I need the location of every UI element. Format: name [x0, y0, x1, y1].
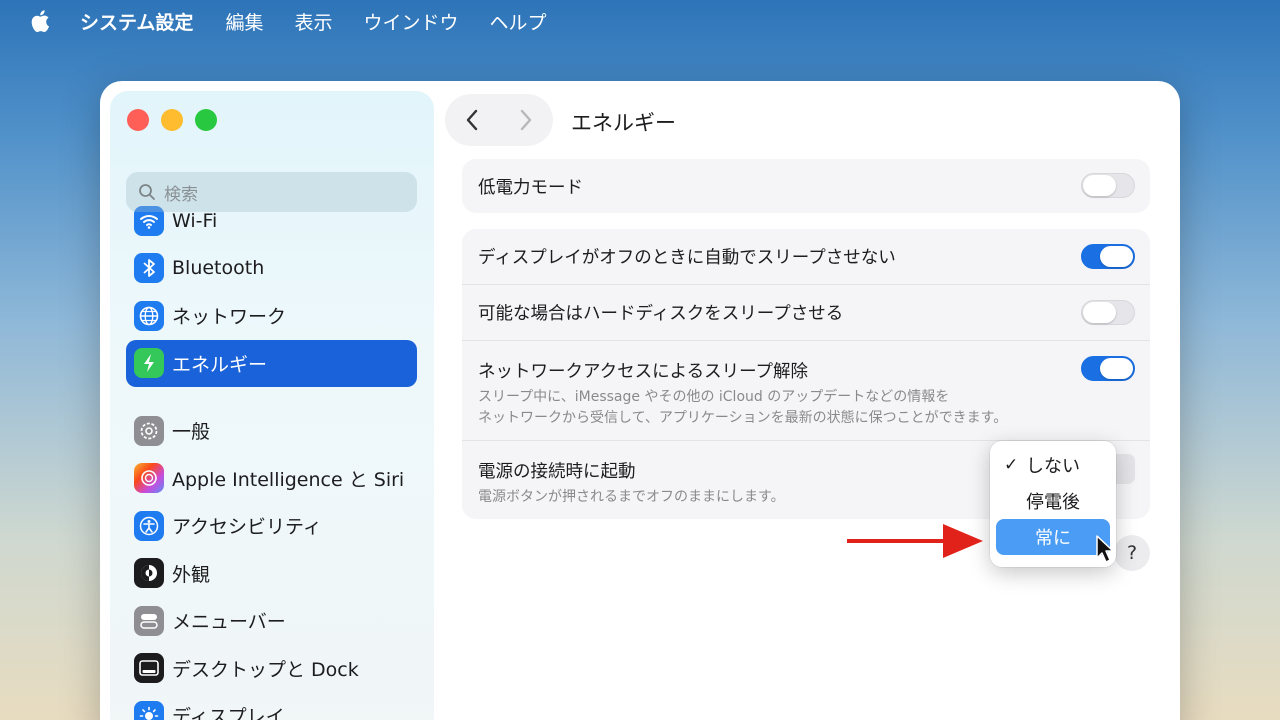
bolt-icon — [134, 348, 164, 379]
popup-option-always[interactable]: 常に — [996, 519, 1110, 555]
zoom-button[interactable] — [195, 109, 217, 131]
chevron-left-icon — [466, 109, 478, 131]
sidebar-item-label: ディスプレイ — [172, 706, 285, 720]
prevent-sleep-toggle[interactable] — [1081, 244, 1135, 269]
low-power-group: 低電力モード — [462, 159, 1150, 213]
setting-description: スリープ中に、iMessage やその他の iCloud のアップデートなどの情… — [478, 389, 950, 405]
settings-window: 検索 Wi-Fi Bluetooth ネットワーク エネルギー 一般 Apple… — [100, 81, 1180, 720]
sidebar-item-label: メニューバー — [172, 611, 286, 634]
menu-edit[interactable]: 編集 — [225, 8, 263, 35]
disk-sleep-toggle[interactable] — [1081, 300, 1135, 325]
setting-label: ディスプレイがオフのときに自動でスリープさせない — [478, 248, 896, 268]
setting-row: ディスプレイがオフのときに自動でスリープさせない — [462, 229, 1150, 285]
setting-label: ネットワークアクセスによるスリープ解除 — [478, 362, 809, 382]
network-wake-toggle[interactable] — [1081, 356, 1135, 381]
dock-icon — [134, 653, 164, 684]
popup-option-after-outage[interactable]: 停電後 — [996, 483, 1110, 519]
menu-bar: システム設定 編集 表示 ウインドウ ヘルプ — [0, 0, 1280, 42]
sidebar-item-network[interactable]: ネットワーク — [126, 292, 417, 340]
search-icon — [139, 184, 155, 200]
bluetooth-icon — [134, 253, 164, 284]
appearance-icon — [134, 558, 164, 589]
sidebar-item-label: アクセシビリティ — [172, 516, 322, 539]
red-arrow-icon — [847, 524, 983, 558]
siri-icon — [134, 463, 164, 494]
setting-description: 電源ボタンが押されるまでオフのままにします。 — [478, 489, 785, 505]
popup-option-never[interactable]: ✓ しない — [996, 447, 1110, 483]
option-label: 常に — [1035, 528, 1071, 549]
option-label: しない — [1026, 456, 1080, 477]
sidebar: 検索 Wi-Fi Bluetooth ネットワーク エネルギー 一般 Apple… — [110, 91, 434, 720]
apple-logo-icon[interactable] — [28, 9, 50, 33]
setting-description: ネットワークから受信して、アプリケーションを最新の状態に保つことができます。 — [478, 410, 1008, 426]
sidebar-item-display[interactable]: ディスプレイ — [126, 692, 417, 720]
sidebar-item-label: エネルギー — [172, 353, 268, 376]
setting-row: 可能な場合はハードディスクをスリープさせる — [462, 285, 1150, 341]
sidebar-item-label: ネットワーク — [172, 306, 287, 329]
option-label: 停電後 — [1026, 492, 1080, 513]
close-button[interactable] — [127, 109, 149, 131]
sidebar-item-desktop-dock[interactable]: デスクトップと Dock — [126, 645, 417, 693]
gear-icon — [134, 415, 164, 446]
low-power-label: 低電力モード — [478, 177, 583, 198]
sidebar-item-siri[interactable]: Apple Intelligence と Siri — [126, 455, 417, 503]
sidebar-item-label: 一般 — [172, 421, 211, 444]
sidebar-item-label: Wi-Fi — [172, 209, 218, 232]
sidebar-item-label: 外観 — [172, 563, 211, 586]
sidebar-item-bluetooth[interactable]: Bluetooth — [126, 245, 417, 293]
setting-label: 電源の接続時に起動 — [478, 462, 636, 482]
globe-icon — [134, 300, 164, 331]
sidebar-item-accessibility[interactable]: アクセシビリティ — [126, 502, 417, 550]
sidebar-item-menubar[interactable]: メニューバー — [126, 597, 417, 645]
mouse-cursor-icon — [1096, 535, 1114, 563]
help-button[interactable]: ? — [1114, 535, 1150, 571]
display-icon — [134, 700, 164, 720]
sidebar-item-label: Bluetooth — [172, 257, 265, 280]
accessibility-icon — [134, 510, 164, 541]
setting-row: ネットワークアクセスによるスリープ解除 スリープ中に、iMessage やその他… — [462, 341, 1150, 441]
menu-view[interactable]: 表示 — [294, 8, 332, 35]
setting-label: 可能な場合はハードディスクをスリープさせる — [478, 304, 844, 324]
low-power-toggle[interactable] — [1081, 173, 1135, 198]
sidebar-item-label: デスクトップと Dock — [172, 658, 359, 681]
search-input[interactable]: 検索 — [126, 172, 417, 212]
low-power-row: 低電力モード — [462, 159, 1150, 213]
chevron-right-icon — [520, 109, 532, 131]
sidebar-item-label: Apple Intelligence と Siri — [172, 468, 405, 491]
sidebar-list: Wi-Fi Bluetooth ネットワーク エネルギー 一般 Apple In… — [126, 197, 417, 720]
checkmark-icon: ✓ — [1004, 455, 1019, 475]
sidebar-item-appearance[interactable]: 外観 — [126, 550, 417, 598]
menubar-icon — [134, 605, 164, 636]
menu-app-name[interactable]: システム設定 — [80, 8, 193, 35]
sidebar-item-energy[interactable]: エネルギー — [126, 339, 417, 387]
back-button[interactable] — [445, 94, 499, 146]
window-controls — [127, 109, 217, 131]
minimize-button[interactable] — [161, 109, 183, 131]
forward-button[interactable] — [499, 94, 553, 146]
menu-window[interactable]: ウインドウ — [363, 8, 458, 35]
menu-help[interactable]: ヘルプ — [489, 8, 546, 35]
page-title: エネルギー — [571, 111, 676, 135]
search-placeholder: 検索 — [164, 184, 198, 205]
sidebar-item-general[interactable]: 一般 — [126, 407, 417, 455]
navigation-buttons — [445, 94, 553, 146]
